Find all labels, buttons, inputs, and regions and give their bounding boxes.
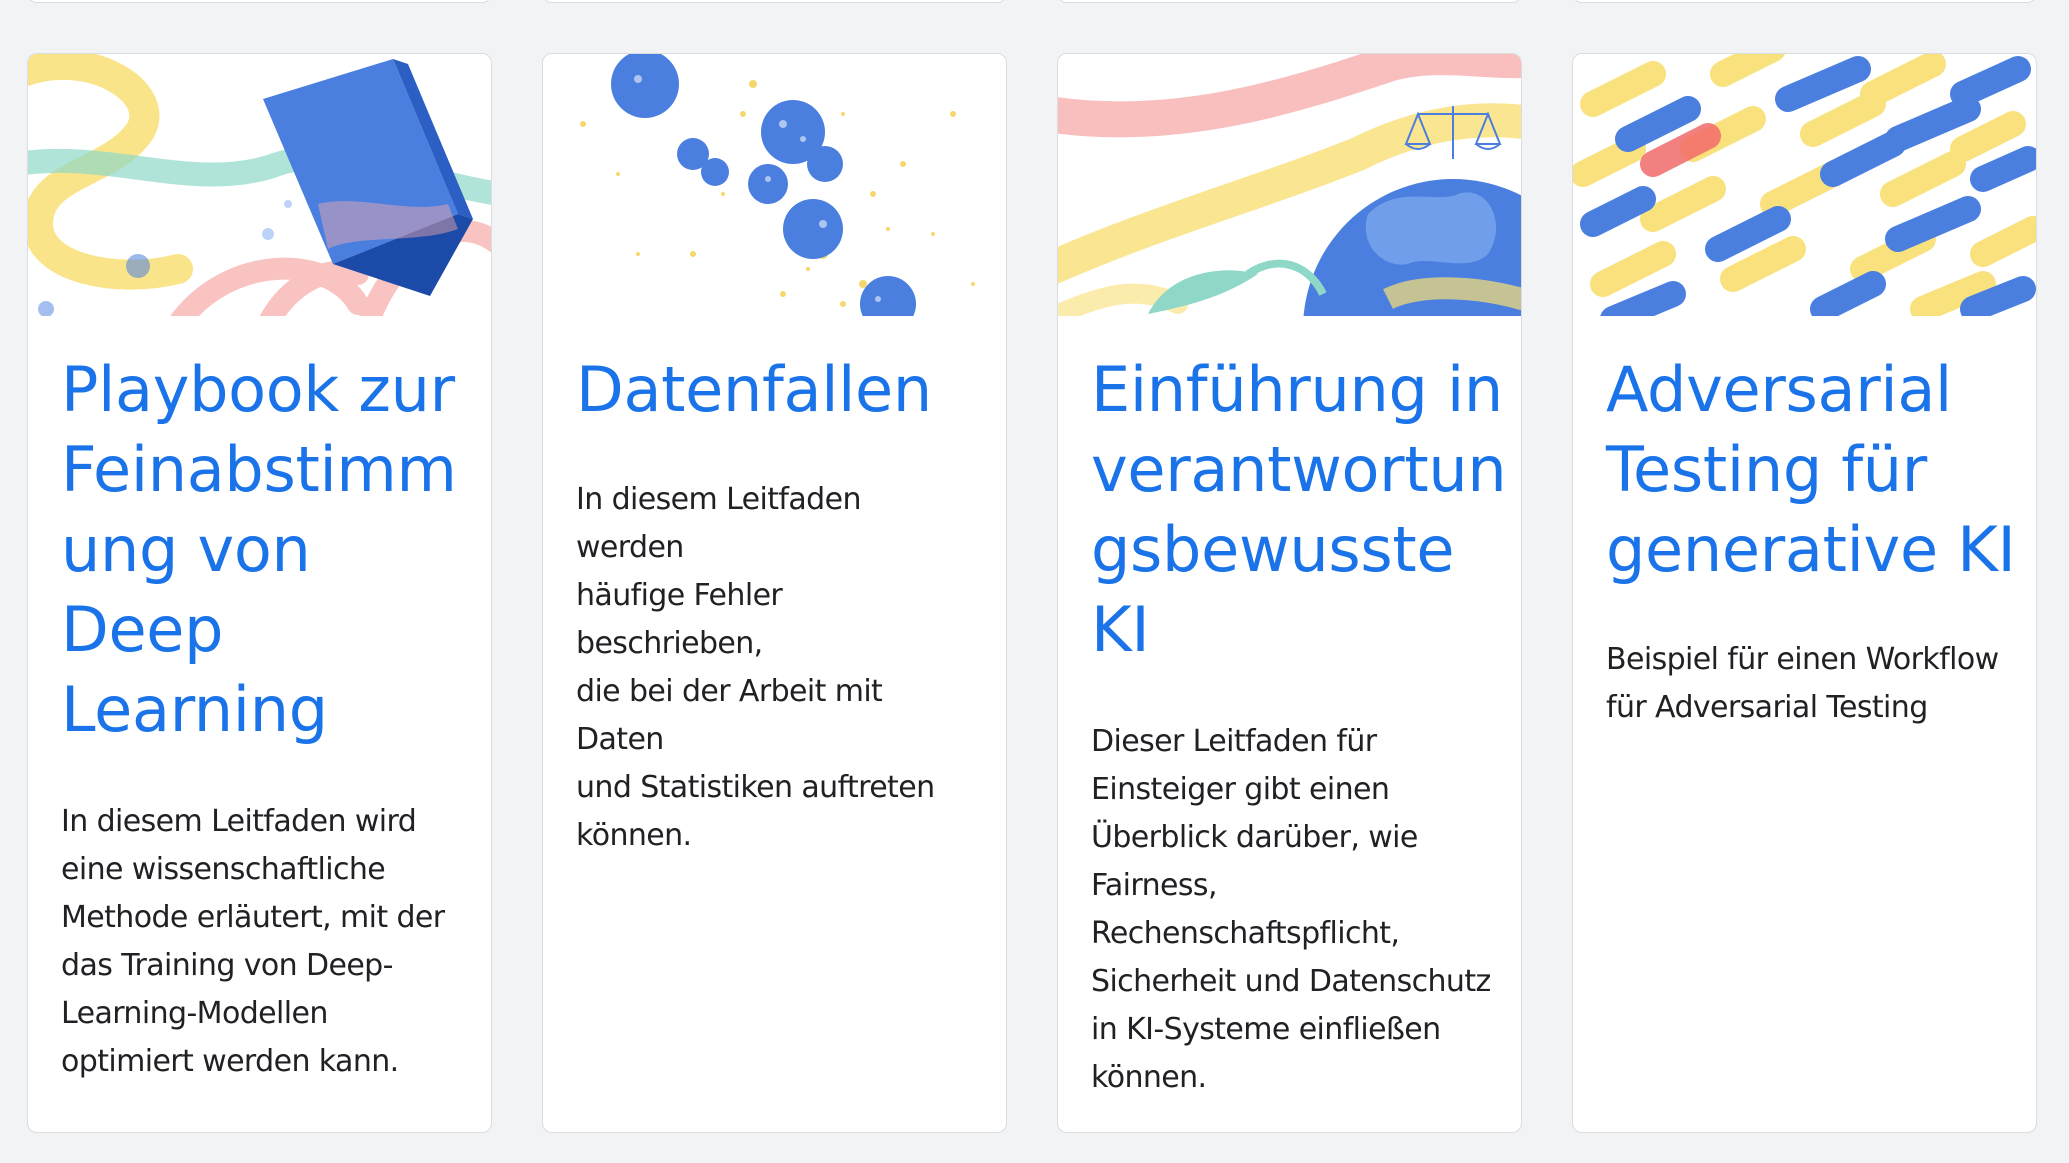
card-title: Datenfallen bbox=[576, 353, 932, 426]
previous-row-card-edge bbox=[1572, 0, 2037, 3]
guide-card-data-traps[interactable]: Datenfallen In diesem Leitfaden werden h… bbox=[542, 53, 1007, 1133]
card-description: In diesem Leitfaden werden häufige Fehle… bbox=[576, 482, 935, 853]
guide-card-responsible-ai[interactable]: Einführung in verantwortun gsbewusste KI… bbox=[1057, 53, 1522, 1133]
globe-illustration bbox=[1058, 54, 1521, 316]
previous-row-card-edge bbox=[27, 0, 492, 3]
dots-illustration bbox=[543, 54, 1006, 316]
guide-card-adversarial-testing[interactable]: Adversarial Testing für generative KI Be… bbox=[1572, 53, 2037, 1133]
card-title: Einführung in verantwortun gsbewusste KI bbox=[1091, 353, 1507, 666]
previous-row-card-edge bbox=[542, 0, 1007, 3]
card-description: In diesem Leitfaden wird eine wissenscha… bbox=[61, 804, 445, 1079]
previous-row-card-edge bbox=[1057, 0, 1522, 3]
card-description: Beispiel für einen Workflow für Adversar… bbox=[1606, 642, 1999, 725]
card-title: Adversarial Testing für generative KI bbox=[1606, 353, 2016, 586]
card-description: Dieser Leitfaden für Einsteiger gibt ein… bbox=[1091, 724, 1491, 1095]
blue-book-illustration bbox=[28, 54, 491, 316]
brush-strokes-illustration bbox=[1573, 54, 2036, 316]
card-title: Playbook zur Feinabstimm ung von Deep Le… bbox=[61, 353, 457, 746]
guide-card-deep-learning-tuning[interactable]: Playbook zur Feinabstimm ung von Deep Le… bbox=[27, 53, 492, 1133]
